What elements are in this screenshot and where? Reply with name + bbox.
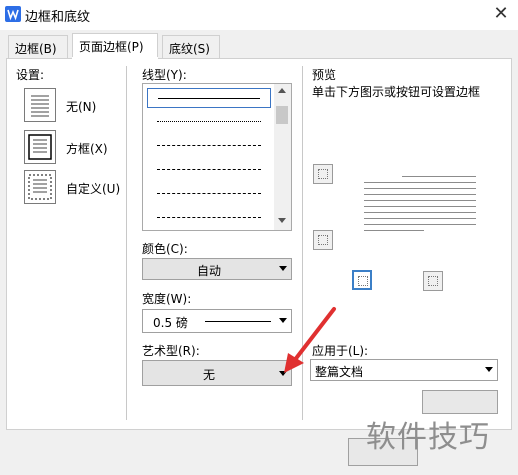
bottom-border-button[interactable]: [313, 230, 333, 250]
left-border-button[interactable]: [352, 270, 372, 290]
red-arrow-annotation: [284, 307, 336, 373]
window-title: 边框和底纹: [25, 10, 91, 25]
close-icon[interactable]: ✕: [490, 2, 512, 26]
scroll-up-icon[interactable]: [278, 88, 286, 93]
chevron-down-icon: [279, 266, 287, 271]
art-label: 艺术型(R):: [142, 344, 200, 358]
active-tab-joint: [72, 57, 158, 60]
setting-box-label[interactable]: 方框(X): [66, 140, 108, 157]
setting-custom-icon[interactable]: [24, 170, 56, 204]
art-select[interactable]: 无: [142, 360, 292, 386]
scroll-thumb[interactable]: [276, 106, 288, 124]
width-select[interactable]: 0.5 磅: [142, 309, 292, 333]
line-style-fine-dash[interactable]: [147, 136, 271, 156]
width-label: 宽度(W):: [142, 292, 192, 306]
right-border-button[interactable]: [423, 271, 443, 291]
line-style-label: 线型(Y):: [142, 68, 187, 82]
art-value: 无: [202, 368, 215, 382]
tab-borders[interactable]: 边框(B): [8, 35, 68, 59]
watermark: 软件技巧: [366, 420, 490, 455]
setting-none-label[interactable]: 无(N): [66, 98, 96, 115]
apply-to-select[interactable]: 整篇文档: [310, 359, 498, 381]
setting-custom-label[interactable]: 自定义(U): [66, 180, 120, 197]
tab-page-border[interactable]: 页面边框(P): [72, 33, 158, 59]
wps-app-icon: [5, 6, 21, 22]
setting-box-icon[interactable]: [24, 130, 56, 164]
options-button[interactable]: [422, 390, 498, 414]
top-border-button[interactable]: [313, 164, 333, 184]
preview-heading: 预览: [312, 68, 337, 82]
width-line-sample: [205, 321, 271, 322]
preview-page: [364, 176, 476, 236]
line-style-dash-dot[interactable]: [147, 184, 271, 204]
width-value: 0.5 磅: [153, 316, 188, 330]
settings-heading: 设置:: [16, 68, 45, 82]
setting-none-icon[interactable]: [24, 88, 56, 122]
scroll-down-icon[interactable]: [278, 218, 286, 223]
color-value: 自动: [196, 264, 221, 278]
preview-hint: 单击下方图示或按钮可设置边框: [312, 85, 481, 99]
separator-left: [126, 66, 127, 420]
chevron-down-icon: [485, 367, 493, 372]
line-style-list[interactable]: [142, 83, 292, 231]
line-style-dotted[interactable]: [147, 112, 271, 132]
color-label: 颜色(C):: [142, 242, 188, 256]
line-style-dash[interactable]: [147, 160, 271, 180]
color-select[interactable]: 自动: [142, 258, 292, 280]
line-style-scrollbar[interactable]: [274, 84, 291, 230]
line-style-dash-dot-dot[interactable]: [147, 208, 271, 228]
line-style-solid[interactable]: [147, 88, 271, 108]
tab-shading[interactable]: 底纹(S): [162, 35, 220, 59]
